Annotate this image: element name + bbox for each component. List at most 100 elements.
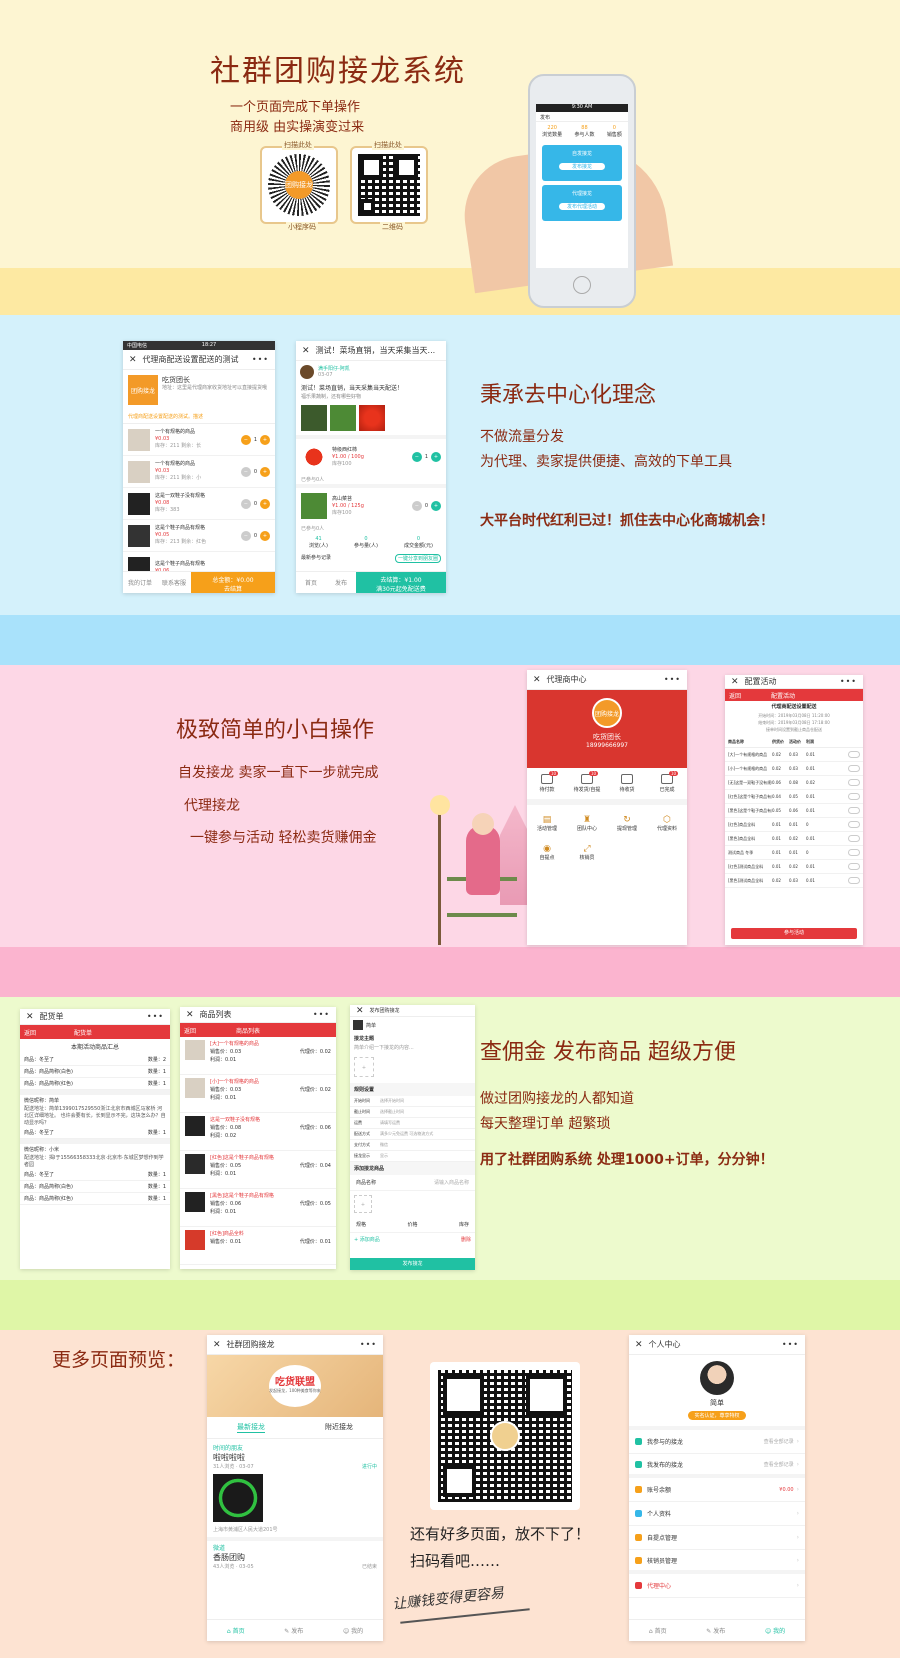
more-icon[interactable]: ••• [252,355,269,364]
rule-row[interactable]: 开始时间 选择开始时间 [350,1096,475,1107]
product-row[interactable]: [红色]商品全料 销售价：0.01 代理价：0.01 [180,1227,336,1265]
tab-home[interactable]: 首页 [296,578,326,587]
rule-row[interactable]: 截止时间 选择截止时间 [350,1107,475,1118]
table-row[interactable]: [大]一个有规格的商品 0.02 0.03 0.01 [725,748,863,762]
product-row[interactable]: [黑色]这是个鞋子商品有规格 销售价：0.06 代理价：0.05 利润：0.01 [180,1189,336,1227]
more-icon[interactable]: ••• [664,675,681,684]
quantity-stepper[interactable]: −0 + [240,498,270,509]
tab-home[interactable]: ⌂ 首页 [227,1626,245,1635]
tab-publish[interactable]: 发布 [326,578,356,587]
tab-nearby[interactable]: 附近接龙 [325,1422,353,1433]
product-row[interactable]: 高山菜苔 ¥1.00 / 125g 库存100−0 + [296,484,446,524]
table-row[interactable]: [黑色]测试商品全料 0.02 0.03 0.01 [725,874,863,888]
back-button[interactable]: 返回 [729,691,741,700]
toggle-switch[interactable] [848,863,860,870]
plus-button[interactable]: + [431,501,441,511]
qr-code[interactable] [358,154,420,216]
close-icon[interactable]: ✕ [213,1340,221,1350]
tab-contact[interactable]: 联系客服 [157,578,191,587]
close-icon[interactable]: ✕ [302,346,310,356]
table-row[interactable]: [小]一个有规格的商品 0.02 0.03 0.01 [725,762,863,776]
order-status-item[interactable]: 10 待发货/自提 [572,771,602,793]
share-button[interactable]: 一键分享到朋友圈 [394,554,441,563]
verify-badge[interactable]: 实名认证，尊享特权 [688,1411,746,1420]
toggle-switch[interactable] [848,807,860,814]
menu-item[interactable]: 我发布的接龙 查看全部记录 › [629,1454,805,1478]
more-icon[interactable]: ••• [782,1340,799,1349]
grid-item[interactable]: ↻ 提现管理 [607,809,647,838]
minus-button[interactable]: − [240,434,251,445]
product-row[interactable]: [大]一个有规格的商品 销售价：0.03 代理价：0.02 利润：0.01 [180,1037,336,1075]
feed-post[interactable]: 微道 香肠团购 43人浏览 · 03-05 已结束 [207,1537,383,1572]
more-icon[interactable]: ••• [360,1340,377,1349]
more-icon[interactable]: ••• [840,677,857,686]
toggle-switch[interactable] [848,877,860,884]
hero-card-1[interactable]: 自发接龙 发布接龙 [542,145,622,181]
join-activity-button[interactable]: 参与活动 [731,928,857,939]
tab-my-orders[interactable]: 我的订单 [123,578,157,587]
more-icon[interactable]: ••• [313,1010,330,1019]
tab-publish[interactable]: ✎ 发布 [284,1626,303,1635]
plus-button[interactable]: + [260,530,270,541]
menu-item[interactable]: 我参与的接龙 查看全部记录 › [629,1430,805,1454]
hero-card-1-button[interactable]: 发布接龙 [559,163,605,170]
topic-input[interactable]: 简单介绍一下接龙的内容... [350,1044,475,1051]
feed-post[interactable]: 时间的朋友 啦啦啦啦 31人浏览 · 03-07 进行中 上海市黄浦区人民大道20… [207,1439,383,1537]
toggle-switch[interactable] [848,765,860,772]
menu-item[interactable]: 代理中心 › [629,1574,805,1598]
menu-item[interactable]: 核销员管理 › [629,1550,805,1574]
table-row[interactable]: [黑色]商品全料 0.01 0.02 0.01 [725,832,863,846]
greens-photo[interactable] [330,405,356,431]
close-icon[interactable]: ✕ [26,1012,34,1022]
rule-row[interactable]: 运费 请填写运费 [350,1118,475,1129]
rule-row[interactable]: 支付方式 微信 [350,1140,475,1151]
plus-button[interactable]: + [260,498,270,509]
quantity-stepper[interactable]: −0 + [411,501,441,511]
tab-latest[interactable]: 最新接龙 [237,1422,265,1433]
minus-button[interactable]: − [240,498,251,509]
headphones-photo[interactable] [213,1474,263,1522]
toggle-switch[interactable] [848,751,860,758]
more-icon[interactable]: ••• [147,1012,164,1021]
rule-row[interactable]: 接龙显示 显示 [350,1151,475,1162]
grid-item[interactable]: ▤ 活动管理 [527,809,567,838]
product-row[interactable]: 一个有规格的商品 ¥0.03 库存：211 剩余：长 −1 + [123,424,275,456]
back-button[interactable]: 返回 [24,1028,36,1037]
minus-button[interactable]: − [411,501,422,511]
avatar[interactable] [700,1361,734,1395]
grid-item[interactable]: ⬡ 代理资料 [647,809,687,838]
grid-item[interactable]: ◉ 自提点 [527,838,567,867]
vegetable-photo[interactable] [301,405,327,431]
minus-button[interactable]: − [240,466,251,477]
toggle-switch[interactable] [848,821,860,828]
tab-publish[interactable]: ✎ 发布 [706,1626,725,1635]
hero-card-2-button[interactable]: 发布代理活动 [559,203,605,210]
table-row[interactable]: 测试商品 冬季 0.01 0.01 0 [725,846,863,860]
tab-mine[interactable]: ☺ 我的 [765,1626,785,1635]
rule-row[interactable]: 配送方式 满多少元免运费 可选物流方式 [350,1129,475,1140]
close-icon[interactable]: ✕ [635,1340,643,1350]
food-banner[interactable]: 吃货联盟 发起接龙，100种美食等你来 [207,1355,383,1417]
hero-card-2[interactable]: 代理接龙 发布代理活动 [542,185,622,221]
order-status-item[interactable]: 10 待付款 [532,771,562,793]
order-status-item[interactable]: 10 已完成 [652,771,682,793]
minus-button[interactable]: − [240,530,251,541]
product-row[interactable]: [红色]这是个鞋子商品有规格 销售价：0.05 代理价：0.04 利润：0.01 [180,1151,336,1189]
product-row[interactable]: 这是一双鞋子没有规格 销售价：0.08 代理价：0.06 利润：0.02 [180,1113,336,1151]
product-row[interactable]: 这是个鞋子商品有规格 ¥0.05 库存：213 剩余：红色 −0 + [123,520,275,552]
add-goods-image[interactable]: + [354,1195,372,1213]
delete-goods-button[interactable]: 删除 [461,1236,471,1243]
checkout-button[interactable]: 去结算：¥1.00 满30元起免配送费 [356,572,446,593]
toggle-switch[interactable] [848,835,860,842]
menu-item[interactable]: 账号余额 ¥0.00 › [629,1478,805,1502]
menu-item[interactable]: 自提点管理 › [629,1526,805,1550]
table-row[interactable]: [无]这是一双鞋子没有规格 0.06 0.08 0.02 [725,776,863,790]
grid-item[interactable]: ♜ 团队中心 [567,809,607,838]
plus-button[interactable]: + [260,466,270,477]
product-row[interactable]: 特级西红柿 ¥1.00 / 100g 库存100−1 + [296,435,446,475]
tab-mine[interactable]: ☺ 我的 [343,1626,363,1635]
minus-button[interactable]: − [411,452,422,462]
checkout-button[interactable]: 总金额：¥0.00 去结算 [191,572,275,593]
plus-button[interactable]: + [260,434,270,445]
publish-button[interactable]: 发布接龙 [350,1258,475,1270]
